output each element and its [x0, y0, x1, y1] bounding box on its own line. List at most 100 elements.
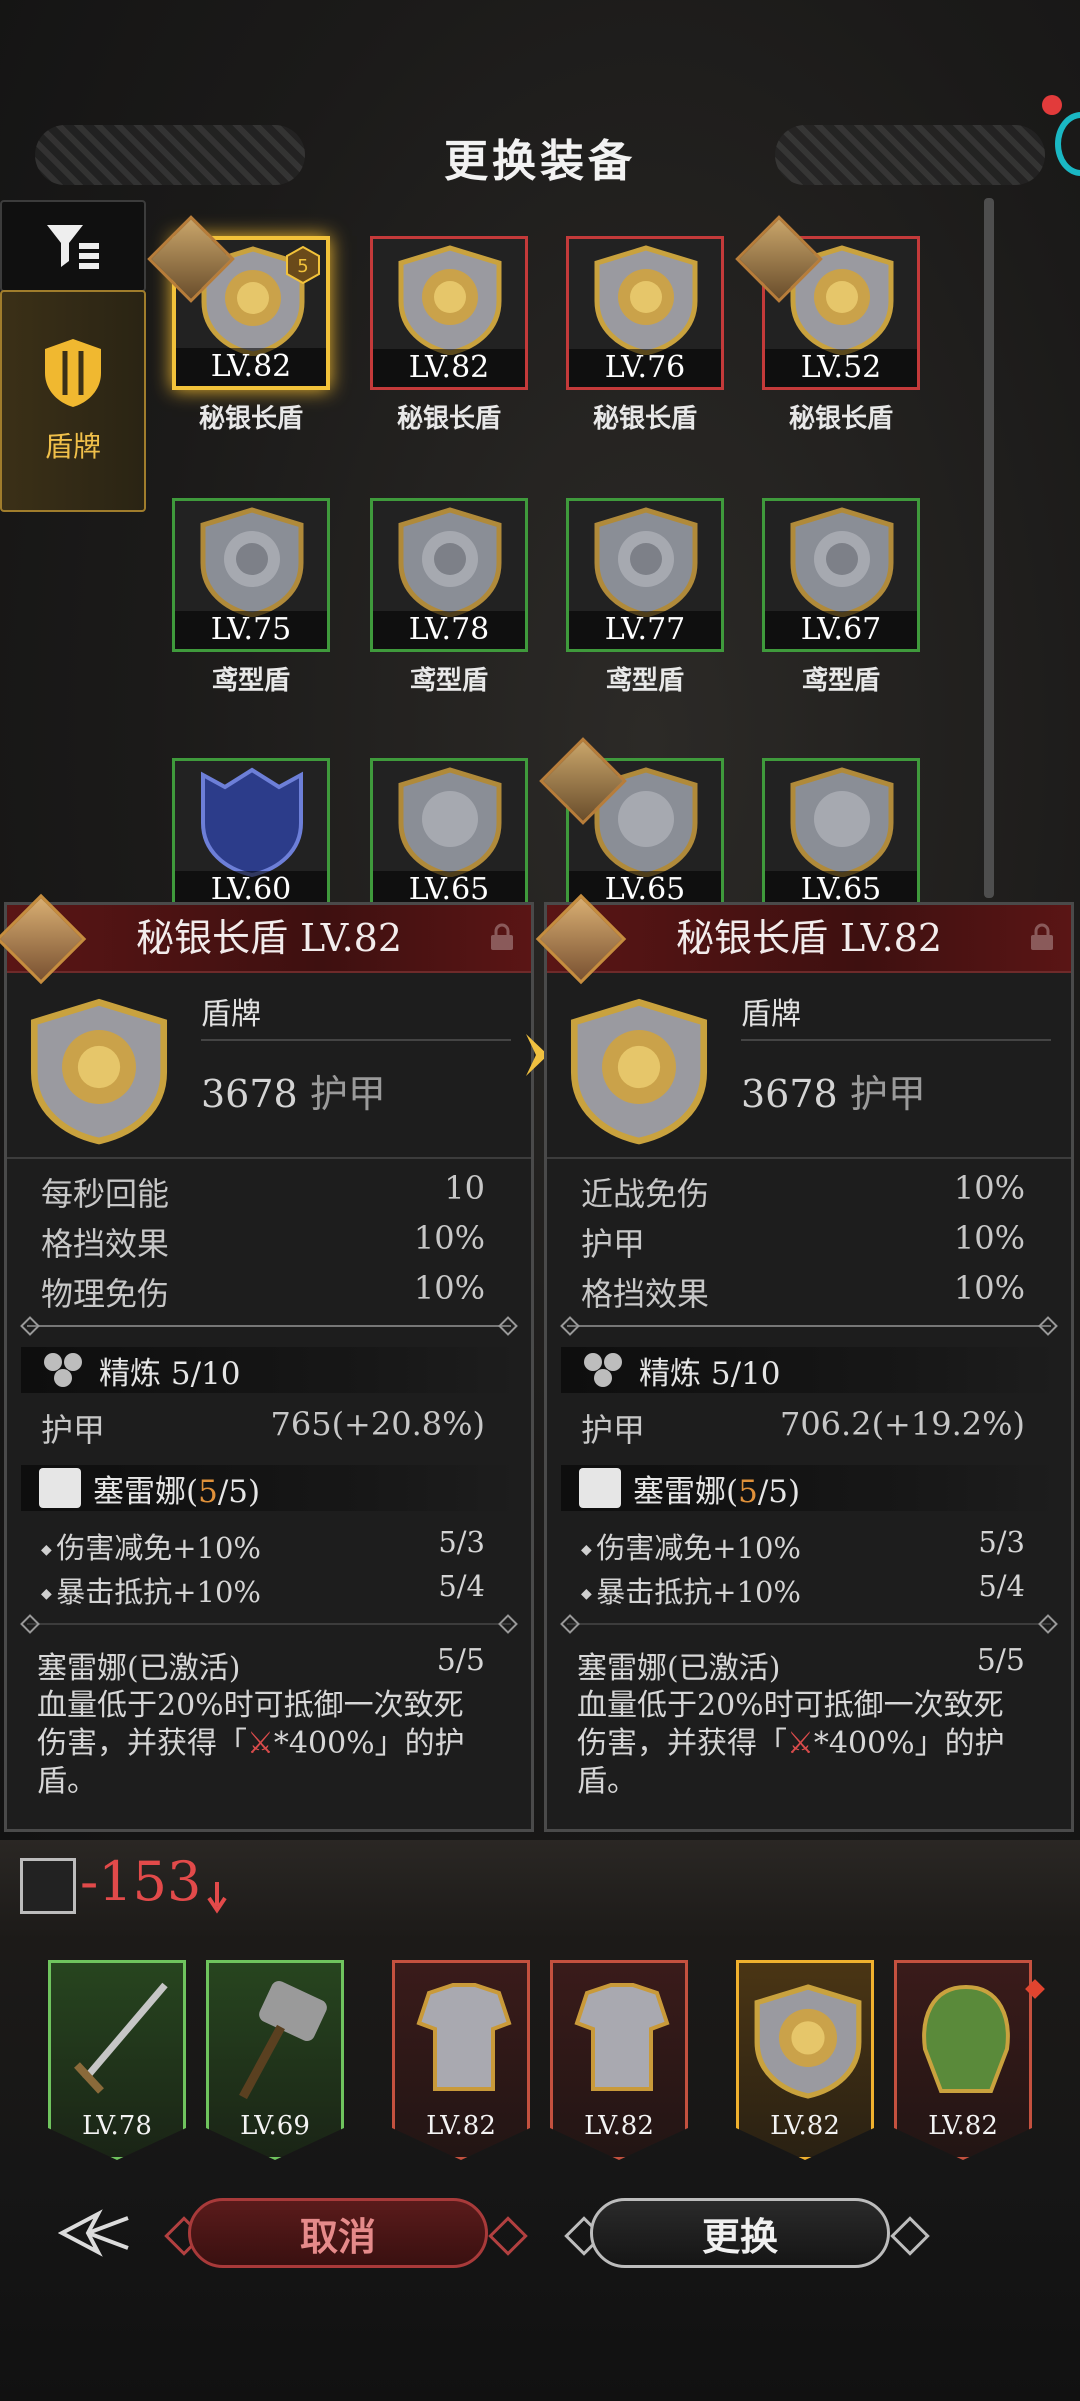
- refine-stat-row: 护甲 706.2(+19.2%): [581, 1405, 1025, 1451]
- bonus-value: 5/3: [438, 1525, 485, 1559]
- badge-text: 5: [297, 256, 308, 277]
- stat-label: 物理免伤: [41, 1275, 170, 1313]
- set-title: 塞雷娜(5/5): [93, 1473, 261, 1510]
- refine-label: 精炼 5/10: [639, 1355, 781, 1392]
- set-active-row: 塞雷娜(已激活) 5/5: [577, 1643, 1025, 1687]
- desc-line: 伤害，并获得「⚔*400%」的护: [37, 1726, 465, 1761]
- grid-slot[interactable]: LV.78: [370, 498, 528, 652]
- divider: [741, 1039, 1051, 1041]
- lock-icon[interactable]: [487, 923, 517, 951]
- equipped-item-panel: 秘银长盾 LV.82 盾牌 3678 护甲 每秒回能 10 格挡效果 10% 物理免…: [0, 893, 534, 1832]
- bonus-value: 5/4: [438, 1569, 485, 1603]
- set-description: 血量低于20%时可抵御一次致死 伤害，并获得「⚔*400%」的护 盾。: [37, 1687, 505, 1801]
- slot-level: LV.82: [176, 348, 326, 386]
- bonus-label: 伤害减免+10%: [581, 1525, 801, 1567]
- slot-name: 秘银长盾: [592, 404, 697, 434]
- stat-label: 护甲: [41, 1411, 106, 1449]
- grid-slot[interactable]: LV.77: [566, 498, 724, 652]
- armor-unit: 护甲: [309, 1072, 386, 1116]
- grid-scrollbar[interactable]: [984, 198, 994, 898]
- stat-value: 10%: [953, 1169, 1025, 1207]
- grid-slot[interactable]: LV.75: [172, 498, 330, 652]
- divider: [547, 1157, 1071, 1159]
- golden-shield-icon: [594, 245, 698, 355]
- refine-label: 精炼 5/10: [99, 1355, 241, 1392]
- category-tab-shield[interactable]: 盾牌: [0, 290, 146, 512]
- bonus-value: 5/4: [978, 1569, 1025, 1603]
- stat-label: 护甲: [581, 1411, 646, 1449]
- shield-category-icon: [45, 339, 101, 407]
- lock-icon[interactable]: [1027, 923, 1057, 951]
- bonus-label: 暴击抵抗+10%: [41, 1569, 261, 1611]
- desc-line: 盾。: [37, 1764, 97, 1799]
- desc-line: 盾。: [577, 1764, 637, 1799]
- filter-icon: [47, 225, 99, 269]
- silver-shield-icon: [790, 507, 894, 617]
- silver-shield-icon: [398, 507, 502, 617]
- stat-row: 物理免伤 10%: [41, 1269, 485, 1315]
- desc-line: 血量低于20%时可抵御一次致死: [577, 1688, 1004, 1723]
- golden-shield-icon: [570, 998, 708, 1145]
- stat-value: 10%: [953, 1219, 1025, 1257]
- grid-slot[interactable]: LV.67: [762, 498, 920, 652]
- stat-row: 每秒回能 10: [41, 1169, 485, 1215]
- equipped-helm-slot[interactable]: LV.82: [894, 1960, 1032, 2160]
- slot-name: 鸢型盾: [801, 666, 880, 696]
- grid-slot[interactable]: LV.60: [172, 758, 330, 912]
- set-active-label: 塞雷娜(已激活): [37, 1651, 241, 1686]
- set-active-value: 5/5: [436, 1643, 485, 1678]
- slot-level: LV.82: [928, 2111, 998, 2141]
- silver-shield-icon: [790, 767, 894, 877]
- slot-name: 鸢型盾: [211, 666, 290, 696]
- divider: [567, 1623, 1051, 1625]
- grid-slot[interactable]: LV.65: [762, 758, 920, 912]
- refine-section-header: 精炼 5/10: [561, 1347, 1057, 1393]
- slot-level: LV.82: [770, 2111, 840, 2141]
- slot-name: 鸢型盾: [409, 666, 488, 696]
- slot-level: LV.52: [765, 349, 917, 387]
- set-bonus-row: 暴击抵抗+10% 5/4: [581, 1569, 1025, 1611]
- stat-value: 10: [444, 1169, 485, 1207]
- equipped-chest-slot[interactable]: LV.82: [392, 1960, 530, 2160]
- armor-unit: 护甲: [849, 1072, 926, 1116]
- golden-shield-icon: [398, 245, 502, 355]
- stat-value: 10%: [413, 1269, 485, 1307]
- armor-number: 3678: [201, 1072, 298, 1116]
- set-description: 血量低于20%时可抵御一次致死 伤害，并获得「⚔*400%」的护 盾。: [577, 1687, 1045, 1801]
- equipped-offhand-slot[interactable]: LV.69: [206, 1960, 344, 2160]
- swap-button[interactable]: 更换: [590, 2198, 890, 2268]
- stat-value: 10%: [413, 1219, 485, 1257]
- equipped-weapon-slot[interactable]: LV.78: [48, 1960, 186, 2160]
- hammer-icon: [239, 1981, 327, 2100]
- slot-name: 鸢型盾: [605, 666, 684, 696]
- slot-level: LV.69: [240, 2111, 310, 2141]
- equipped-shield-slot[interactable]: LV.82: [736, 1960, 874, 2160]
- title-bar: 更换装备: [35, 115, 1045, 195]
- ornament-divider: [27, 1325, 511, 1327]
- grid-slot[interactable]: LV.76: [566, 236, 724, 390]
- slot-level: LV.78: [373, 611, 525, 649]
- set-title: 塞雷娜(5/5): [633, 1473, 801, 1510]
- grid-slot[interactable]: LV.82: [370, 236, 528, 390]
- set-bonus-row: 伤害减免+10% 5/3: [41, 1525, 485, 1567]
- helm-icon: [922, 1984, 1010, 2093]
- divider: [7, 1157, 531, 1159]
- back-icon[interactable]: [58, 2208, 132, 2258]
- divider: [201, 1039, 511, 1041]
- filter-button[interactable]: [0, 200, 146, 292]
- grid-slot[interactable]: LV.65: [370, 758, 528, 912]
- set-active-value: 5/5: [976, 1643, 1025, 1678]
- notification-dot: [1042, 95, 1062, 115]
- stat-label: 格挡效果: [581, 1275, 710, 1313]
- equipped-legs-slot[interactable]: LV.82: [550, 1960, 688, 2160]
- slot-name: 秘银长盾: [198, 404, 303, 434]
- stat-label: 每秒回能: [41, 1175, 170, 1213]
- stat-value: 10%: [953, 1269, 1025, 1307]
- slot-level: LV.82: [373, 349, 525, 387]
- desc-line: 血量低于20%时可抵御一次致死: [37, 1688, 464, 1723]
- cancel-button[interactable]: 取消: [188, 2198, 488, 2268]
- silver-shield-icon: [200, 507, 304, 617]
- set-bonus-row: 伤害减免+10% 5/3: [581, 1525, 1025, 1567]
- armor-number: 3678: [741, 1072, 838, 1116]
- set-section-header: 塞雷娜(5/5): [561, 1465, 1057, 1511]
